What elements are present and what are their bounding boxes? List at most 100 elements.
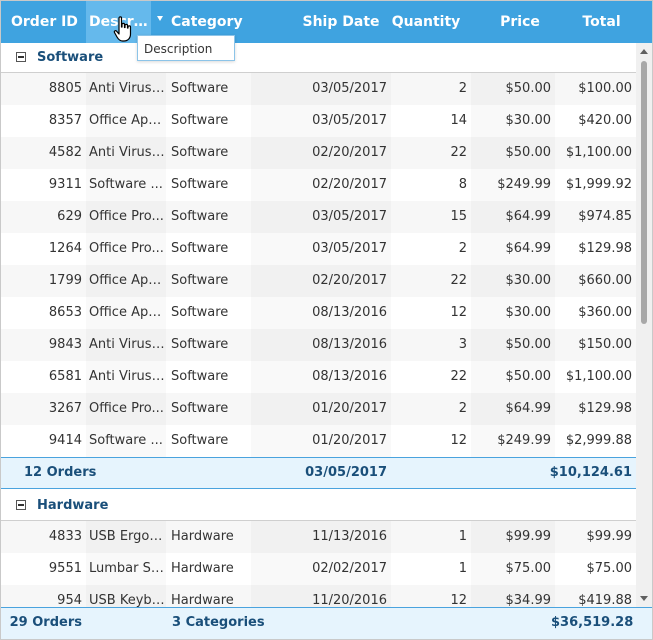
table-row[interactable]: 9551 Lumbar Su... Hardware 02/02/2017 1 $75.0… bbox=[1, 553, 636, 585]
cell-ship-date: 08/13/2016 bbox=[312, 369, 387, 384]
scroll-up-arrow-icon[interactable] bbox=[640, 49, 648, 54]
cell-total: $100.00 bbox=[578, 81, 632, 96]
cell-category: Software bbox=[171, 337, 229, 352]
cell-total: $129.98 bbox=[578, 241, 632, 256]
cell-order-id: 8653 bbox=[48, 305, 82, 320]
cell-order-id: 3267 bbox=[48, 401, 82, 416]
header-order-id[interactable]: Order ID bbox=[1, 1, 86, 43]
cell-description: Office Pro... bbox=[89, 401, 164, 416]
footer-order-count: 29 Orders bbox=[9, 615, 82, 630]
header-total[interactable]: Total bbox=[569, 1, 634, 43]
table-row[interactable]: 629 Office Pro... Software 03/05/2017 15 $64.… bbox=[1, 201, 636, 233]
cell-category: Software bbox=[171, 433, 229, 448]
scroll-down-arrow-icon[interactable] bbox=[640, 596, 648, 601]
table-row[interactable]: 8805 Anti Virus ... Software 03/05/2017 2 $50… bbox=[1, 73, 636, 105]
cell-description: Office App... bbox=[89, 113, 166, 128]
cell-order-id: 1799 bbox=[48, 273, 82, 288]
cell-order-id: 9843 bbox=[48, 337, 82, 352]
table-row[interactable]: 4582 Anti Virus ... Software 02/20/2017 22 $5… bbox=[1, 137, 636, 169]
footer-category-count: 3 Categories bbox=[172, 615, 265, 630]
group-summary-row: 12 Orders 03/05/2017 $10,124.61 bbox=[1, 457, 636, 489]
cell-description: Anti Virus ... bbox=[89, 145, 166, 160]
cell-order-id: 9551 bbox=[48, 561, 82, 576]
collapse-minus-icon[interactable] bbox=[16, 52, 26, 62]
cell-total: $360.00 bbox=[578, 305, 632, 320]
cell-quantity: 14 bbox=[450, 113, 467, 128]
group-header-hardware[interactable]: Hardware bbox=[1, 491, 636, 521]
cell-category: Software bbox=[171, 241, 229, 256]
grid-footer: 29 Orders 3 Categories $36,519.28 bbox=[1, 607, 652, 639]
cell-total: $660.00 bbox=[578, 273, 632, 288]
cell-quantity: 2 bbox=[458, 81, 467, 96]
cell-total: $1,100.00 bbox=[565, 145, 632, 160]
table-row[interactable]: 4833 USB Ergon... Hardware 11/13/2016 1 $99.9… bbox=[1, 521, 636, 553]
cell-ship-date: 02/20/2017 bbox=[312, 145, 387, 160]
header-quantity[interactable]: Quantity bbox=[391, 1, 461, 43]
cell-order-id: 8357 bbox=[48, 113, 82, 128]
cell-ship-date: 01/20/2017 bbox=[312, 401, 387, 416]
cell-order-id: 1264 bbox=[48, 241, 82, 256]
hand-cursor-icon bbox=[113, 16, 132, 42]
table-row[interactable]: 9843 Anti Virus ... Software 08/13/2016 3 $50… bbox=[1, 329, 636, 361]
cell-ship-date: 03/05/2017 bbox=[312, 241, 387, 256]
cell-price: $64.99 bbox=[505, 401, 552, 416]
cell-order-id: 4582 bbox=[48, 145, 82, 160]
cell-ship-date: 08/13/2016 bbox=[312, 305, 387, 320]
table-row[interactable]: 1264 Office Pro... Software 03/05/2017 2 $64.… bbox=[1, 233, 636, 265]
cell-price: $50.00 bbox=[505, 337, 552, 352]
cell-description: Anti Virus ... bbox=[89, 337, 166, 352]
group-header-software[interactable]: Software bbox=[1, 43, 636, 73]
table-row[interactable]: 954 USB Keybo... Hardware 11/20/2016 12 $34.9… bbox=[1, 585, 636, 607]
summary-total: $10,124.61 bbox=[549, 465, 632, 480]
cell-total: $75.00 bbox=[586, 561, 633, 576]
header-ship-date[interactable]: Ship Date bbox=[291, 1, 391, 43]
cell-price: $64.99 bbox=[505, 209, 552, 224]
scroll-thumb[interactable] bbox=[641, 61, 647, 324]
table-row[interactable]: 8357 Office App... Software 03/05/2017 14 $30… bbox=[1, 105, 636, 137]
cell-category: Software bbox=[171, 177, 229, 192]
cell-order-id: 954 bbox=[57, 593, 82, 607]
summary-order-count: 12 Orders bbox=[24, 465, 97, 480]
cell-quantity: 12 bbox=[450, 593, 467, 607]
table-row[interactable]: 3267 Office Pro... Software 01/20/2017 2 $64.… bbox=[1, 393, 636, 425]
cell-price: $34.99 bbox=[505, 593, 552, 607]
grid-body[interactable]: Software 8805 Anti Virus ... Software 03/05/… bbox=[1, 43, 636, 607]
table-row[interactable]: 8653 Office App... Software 08/13/2016 12 $30… bbox=[1, 297, 636, 329]
cell-description: Office App... bbox=[89, 305, 166, 320]
table-row[interactable]: 1799 Office App... Software 02/20/2017 22 $30… bbox=[1, 265, 636, 297]
cell-total: $1,999.92 bbox=[565, 177, 632, 192]
cell-ship-date: 01/20/2017 bbox=[312, 433, 387, 448]
cell-ship-date: 11/20/2016 bbox=[312, 593, 387, 607]
table-row[interactable]: 9311 Software ... Software 02/20/2017 8 $249.… bbox=[1, 169, 636, 201]
cell-price: $30.00 bbox=[505, 273, 552, 288]
cell-quantity: 22 bbox=[450, 145, 467, 160]
cell-category: Software bbox=[171, 81, 229, 96]
cell-category: Hardware bbox=[171, 561, 234, 576]
table-row[interactable]: 6581 Anti Virus ... Software 08/13/2016 22 $5… bbox=[1, 361, 636, 393]
cell-order-id: 9311 bbox=[48, 177, 82, 192]
cell-quantity: 2 bbox=[458, 401, 467, 416]
cell-category: Software bbox=[171, 305, 229, 320]
cell-order-id: 629 bbox=[57, 209, 82, 224]
cell-description: Office Pro... bbox=[89, 209, 164, 224]
cell-quantity: 12 bbox=[450, 305, 467, 320]
cell-category: Software bbox=[171, 369, 229, 384]
cell-description: Office Pro... bbox=[89, 241, 164, 256]
group-name: Hardware bbox=[37, 498, 109, 513]
cell-category: Hardware bbox=[171, 529, 234, 544]
cell-ship-date: 08/13/2016 bbox=[312, 337, 387, 352]
header-price[interactable]: Price bbox=[491, 1, 549, 43]
table-row[interactable]: 9414 Software ... Software 01/20/2017 12 $249… bbox=[1, 425, 636, 457]
cell-ship-date: 03/05/2017 bbox=[312, 209, 387, 224]
collapse-minus-icon[interactable] bbox=[16, 500, 26, 510]
cell-total: $150.00 bbox=[578, 337, 632, 352]
cell-price: $30.00 bbox=[505, 305, 552, 320]
footer-total: $36,519.28 bbox=[551, 615, 634, 630]
cell-ship-date: 02/02/2017 bbox=[312, 561, 387, 576]
cell-order-id: 6581 bbox=[48, 369, 82, 384]
cell-total: $2,999.88 bbox=[565, 433, 632, 448]
cell-category: Software bbox=[171, 273, 229, 288]
vertical-scrollbar[interactable] bbox=[636, 43, 652, 607]
cell-ship-date: 03/05/2017 bbox=[312, 81, 387, 96]
cell-order-id: 9414 bbox=[48, 433, 82, 448]
